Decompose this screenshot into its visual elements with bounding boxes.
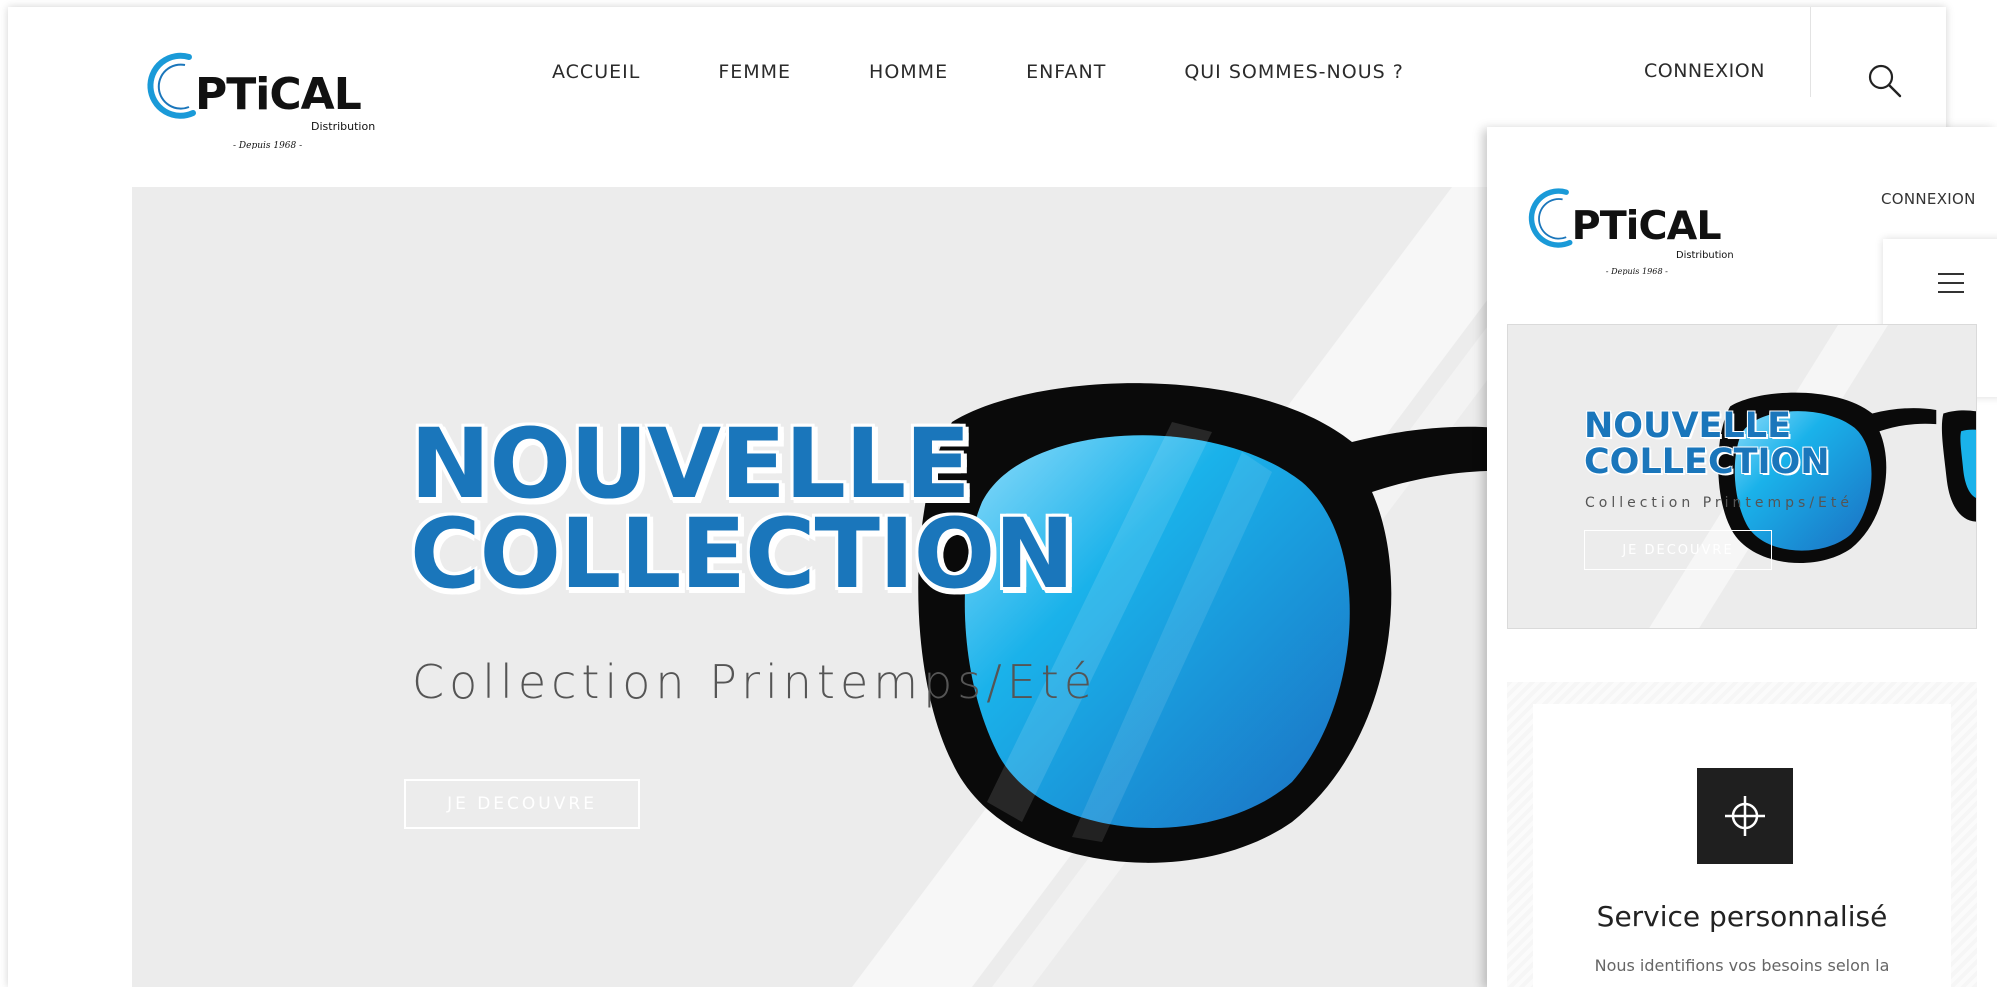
mobile-discover-button[interactable]: JE DECOUVRE	[1584, 530, 1772, 570]
mobile-mockup: PTiCAL Distribution - Depuis 1968 - CONN…	[1487, 127, 1997, 987]
mobile-hero-title-line2: COLLECTION	[1584, 442, 1830, 482]
mobile-hero-title-line1: NOUVELLE	[1584, 406, 1791, 446]
nav-item-enfant[interactable]: ENFANT	[1026, 61, 1106, 83]
svg-text:- Depuis 1968 -: - Depuis 1968 -	[233, 141, 302, 149]
service-title: Service personnalisé	[1596, 900, 1888, 933]
mobile-login-link[interactable]: CONNEXION	[1881, 190, 1976, 208]
hero-title: NOUVELLE COLLECTION	[410, 408, 1075, 610]
mobile-brand-logo[interactable]: PTiCAL Distribution - Depuis 1968 -	[1516, 185, 1746, 275]
header-divider	[1810, 7, 1811, 97]
mobile-hero-subtitle: Collection Printemps/Eté	[1585, 495, 1853, 511]
nav-item-accueil[interactable]: ACCUEIL	[552, 61, 640, 83]
optical-logo-icon: PTiCAL Distribution - Depuis 1968 -	[147, 52, 375, 149]
hero-title-line1: NOUVELLE	[410, 408, 971, 520]
main-nav: ACCUEIL FEMME HOMME ENFANT QUI SOMMES-NO…	[552, 61, 1482, 83]
svg-text:Distribution: Distribution	[1676, 250, 1734, 261]
hero-subtitle: Collection Printemps/Eté	[412, 655, 1098, 709]
nav-item-femme[interactable]: FEMME	[718, 61, 791, 83]
brand-logo[interactable]: PTiCAL Distribution - Depuis 1968 -	[141, 49, 381, 149]
optical-logo-icon: PTiCAL Distribution - Depuis 1968 -	[1528, 188, 1734, 275]
svg-text:PTiCAL: PTiCAL	[1572, 203, 1722, 249]
search-icon[interactable]	[1865, 61, 1905, 101]
svg-text:- Depuis 1968 -: - Depuis 1968 -	[1606, 266, 1668, 275]
hero-title-line2: COLLECTION	[410, 498, 1075, 610]
mobile-hero-title: NOUVELLE COLLECTION	[1584, 408, 1830, 480]
nav-item-qui-sommes-nous[interactable]: QUI SOMMES-NOUS ?	[1184, 61, 1404, 83]
crosshair-icon	[1697, 768, 1793, 864]
service-card: Service personnalisé Nous identifions vo…	[1533, 704, 1951, 987]
mobile-hero-banner: NOUVELLE COLLECTION Collection Printemps…	[1507, 324, 1977, 629]
svg-text:Distribution: Distribution	[311, 120, 375, 133]
login-link[interactable]: CONNEXION	[1644, 60, 1765, 82]
service-section: Service personnalisé Nous identifions vo…	[1507, 682, 1977, 987]
nav-item-homme[interactable]: HOMME	[869, 61, 948, 83]
service-text: Nous identifions vos besoins selon la	[1594, 956, 1890, 975]
svg-text:PTiCAL: PTiCAL	[195, 69, 361, 120]
discover-button[interactable]: JE DECOUVRE	[404, 779, 640, 829]
hamburger-menu-icon[interactable]	[1938, 273, 1964, 295]
